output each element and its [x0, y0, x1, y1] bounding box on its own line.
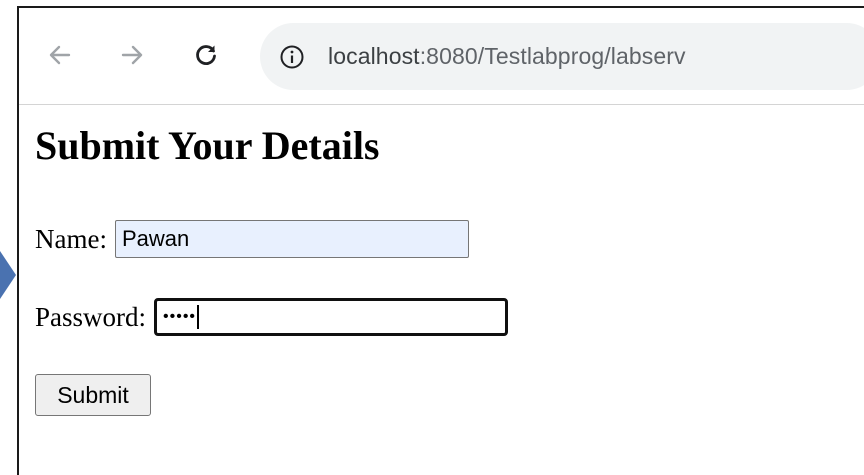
- address-bar[interactable]: localhost:8080/Testlabprog/labserv: [260, 23, 864, 90]
- browser-toolbar: localhost:8080/Testlabprog/labserv: [19, 8, 864, 105]
- info-icon[interactable]: [278, 43, 306, 71]
- reload-button[interactable]: [189, 38, 223, 72]
- page-title: Submit Your Details: [35, 123, 380, 168]
- password-input[interactable]: •••••: [154, 298, 509, 336]
- url-text[interactable]: localhost:8080/Testlabprog/labserv: [328, 43, 686, 70]
- browser-window: localhost:8080/Testlabprog/labserv Submi…: [17, 6, 864, 475]
- name-label: Name:: [35, 223, 107, 254]
- arrow-left-icon: [49, 45, 71, 65]
- name-value: Pawan: [121, 226, 190, 251]
- text-caret: [197, 305, 200, 329]
- page-content: Submit Your Details Name: Pawan Password…: [35, 104, 864, 475]
- name-input[interactable]: Pawan: [114, 220, 469, 258]
- arrow-right-icon: [121, 45, 143, 65]
- back-button[interactable]: [43, 38, 77, 72]
- pointer-arrow-marker: [0, 251, 16, 299]
- reload-icon: [196, 45, 216, 65]
- url-path: :8080/Testlabprog/labserv: [419, 43, 686, 69]
- submit-button[interactable]: Submit: [35, 374, 151, 416]
- password-mask: •••••: [163, 308, 197, 325]
- password-label: Password:: [35, 301, 147, 332]
- url-host: localhost: [328, 43, 420, 69]
- password-row: Password: •••••: [35, 298, 509, 336]
- forward-button[interactable]: [115, 38, 149, 72]
- name-row: Name: Pawan: [35, 220, 469, 258]
